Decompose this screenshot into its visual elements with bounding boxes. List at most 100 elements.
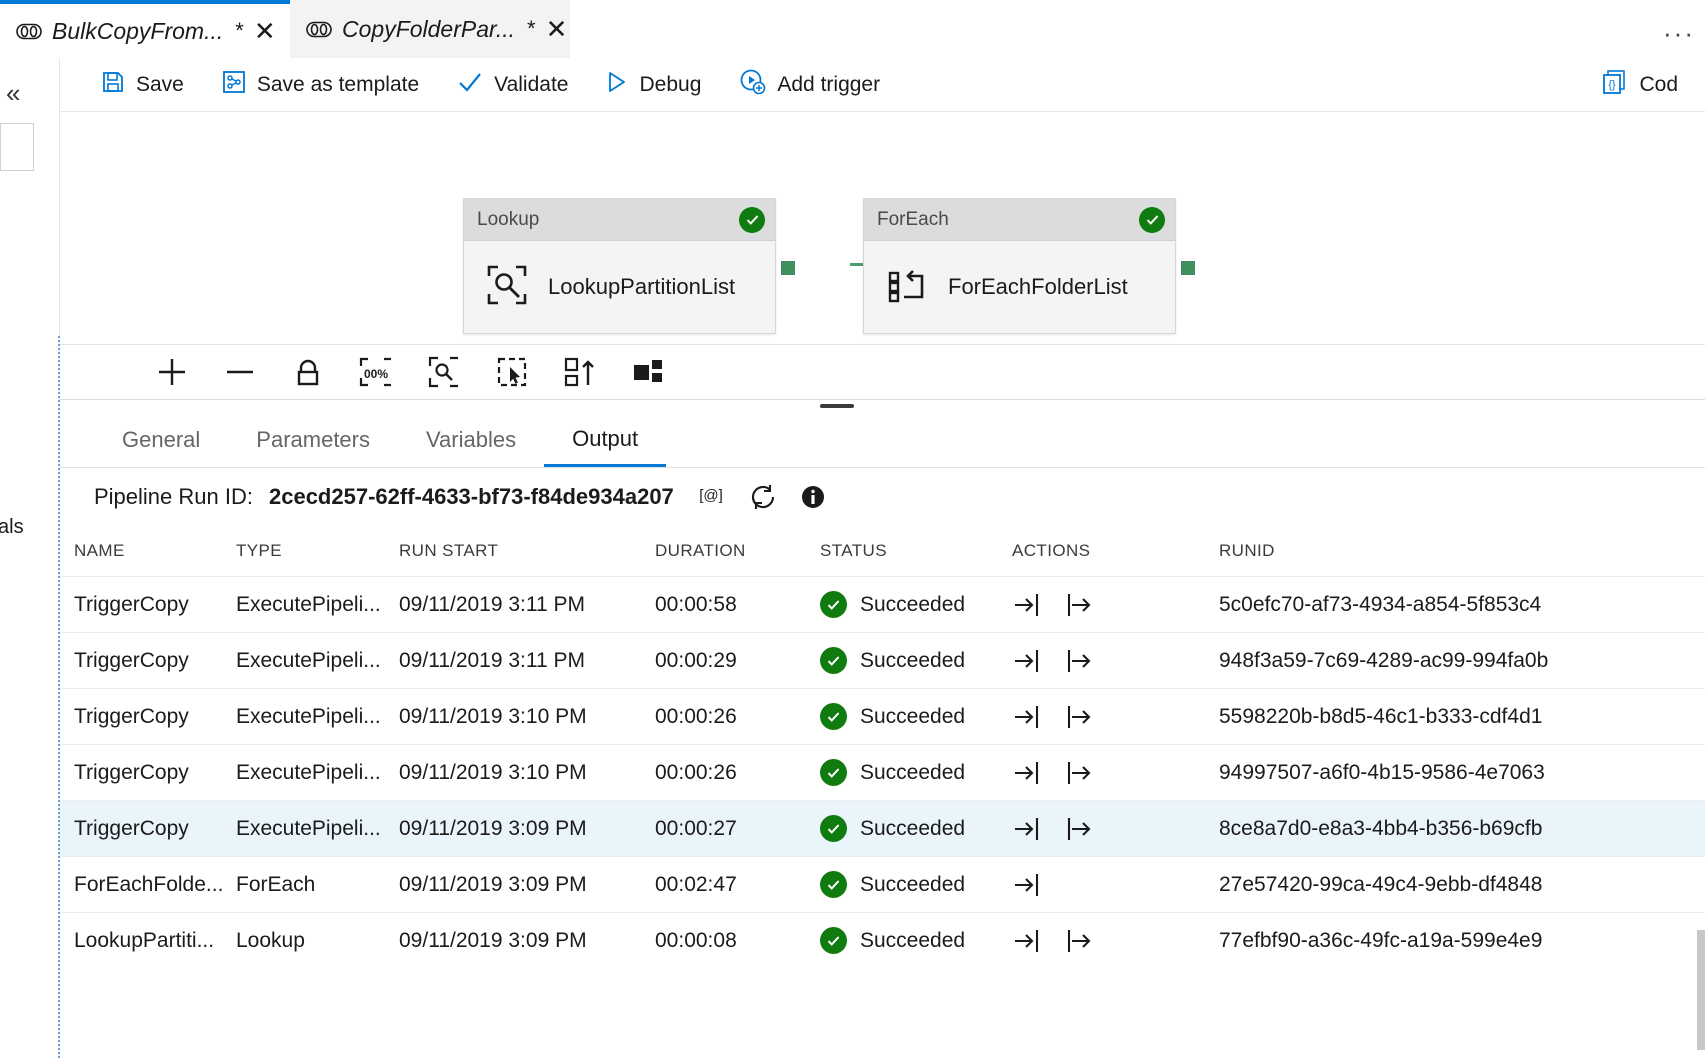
editor-tab-copyfolderpar[interactable]: CopyFolderPar... * ✕ bbox=[290, 0, 570, 58]
cell-duration: 00:00:08 bbox=[655, 929, 820, 953]
marquee-select-icon[interactable] bbox=[478, 345, 546, 400]
column-header-name: NAME bbox=[74, 541, 236, 561]
output-icon[interactable] bbox=[1064, 926, 1094, 956]
input-icon[interactable] bbox=[1012, 870, 1042, 900]
input-icon[interactable] bbox=[1012, 814, 1042, 844]
add-trigger-label: Add trigger bbox=[777, 73, 880, 97]
column-header-duration: DURATION bbox=[655, 541, 820, 561]
output-icon[interactable] bbox=[1064, 702, 1094, 732]
cell-duration: 00:00:27 bbox=[655, 817, 820, 841]
show-related-icon[interactable] bbox=[614, 345, 682, 400]
debug-button[interactable]: Debug bbox=[587, 58, 720, 112]
pipeline-command-bar: Save Save as template Validate bbox=[60, 58, 1705, 112]
column-header-runid: RUNID bbox=[1219, 541, 1639, 561]
pipeline-icon bbox=[16, 23, 42, 40]
status-success-icon bbox=[820, 927, 847, 954]
status-success-icon bbox=[820, 871, 847, 898]
table-row[interactable]: LookupPartiti...Lookup09/11/2019 3:09 PM… bbox=[60, 912, 1705, 968]
cell-runid: 8ce8a7d0-e8a3-4bb4-b356-b69cfb bbox=[1219, 817, 1639, 841]
status-label: Succeeded bbox=[860, 873, 965, 897]
add-trigger-button[interactable]: Add trigger bbox=[720, 58, 899, 112]
tab-general[interactable]: General bbox=[94, 413, 228, 467]
status-success-icon bbox=[739, 207, 765, 233]
save-as-template-label: Save as template bbox=[257, 73, 419, 97]
cell-type: ExecutePipeli... bbox=[236, 761, 399, 785]
cell-run-start: 09/11/2019 3:09 PM bbox=[399, 929, 655, 953]
cell-type: ExecutePipeli... bbox=[236, 817, 399, 841]
activity-type-label: Lookup bbox=[477, 209, 539, 231]
pipeline-canvas[interactable]: Lookup LookupPartitionList bbox=[60, 112, 1705, 344]
zoom-to-fit-icon[interactable] bbox=[410, 345, 478, 400]
editor-tab-label: BulkCopyFrom... bbox=[52, 18, 223, 45]
activity-node-foreach[interactable]: ForEach ForEachFolderList bbox=[863, 198, 1176, 334]
cell-type: ExecutePipeli... bbox=[236, 649, 399, 673]
close-icon[interactable]: ✕ bbox=[546, 16, 568, 42]
cell-status: Succeeded bbox=[820, 871, 1012, 898]
editor-tab-bulkcopyfrom[interactable]: BulkCopyFrom... * ✕ bbox=[0, 0, 290, 58]
zoom-100-icon[interactable]: 00% bbox=[342, 345, 410, 400]
node-output-port[interactable] bbox=[781, 261, 795, 275]
input-icon[interactable] bbox=[1012, 702, 1042, 732]
code-button[interactable]: {} Cod bbox=[1583, 58, 1697, 112]
input-icon[interactable] bbox=[1012, 646, 1042, 676]
pipeline-icon bbox=[306, 21, 332, 38]
panel-vertical-scrollbar[interactable] bbox=[1697, 930, 1705, 1050]
output-icon[interactable] bbox=[1064, 646, 1094, 676]
save-button[interactable]: Save bbox=[82, 58, 203, 112]
input-icon[interactable] bbox=[1012, 758, 1042, 788]
cell-actions bbox=[1012, 870, 1219, 900]
zoom-out-icon[interactable] bbox=[206, 345, 274, 400]
cell-actions bbox=[1012, 646, 1219, 676]
activity-node-body: ForEachFolderList bbox=[864, 241, 1175, 333]
save-as-template-button[interactable]: Save as template bbox=[203, 58, 438, 112]
activity-node-lookup[interactable]: Lookup LookupPartitionList bbox=[463, 198, 776, 334]
cell-duration: 00:00:26 bbox=[655, 761, 820, 785]
close-icon[interactable]: ✕ bbox=[254, 18, 276, 44]
column-header-status: STATUS bbox=[820, 541, 1012, 561]
activity-name-label: LookupPartitionList bbox=[548, 274, 735, 300]
output-icon[interactable] bbox=[1064, 814, 1094, 844]
status-success-icon bbox=[820, 815, 847, 842]
tab-output[interactable]: Output bbox=[544, 413, 666, 467]
cell-type: ExecutePipeli... bbox=[236, 705, 399, 729]
node-output-port[interactable] bbox=[1181, 261, 1195, 275]
refresh-icon[interactable] bbox=[748, 482, 778, 512]
cell-duration: 00:00:26 bbox=[655, 705, 820, 729]
cell-run-start: 09/11/2019 3:11 PM bbox=[399, 593, 655, 617]
status-label: Succeeded bbox=[860, 761, 965, 785]
rail-truncated-label: als bbox=[0, 516, 24, 539]
table-row[interactable]: TriggerCopyExecutePipeli...09/11/2019 3:… bbox=[60, 688, 1705, 744]
play-icon bbox=[606, 70, 628, 100]
tab-variables[interactable]: Variables bbox=[398, 413, 544, 467]
table-row[interactable]: TriggerCopyExecutePipeli...09/11/2019 3:… bbox=[60, 576, 1705, 632]
pipeline-run-id-label: Pipeline Run ID: bbox=[94, 484, 253, 510]
tab-overflow-menu-icon[interactable]: ··· bbox=[1663, 18, 1695, 49]
table-row[interactable]: TriggerCopyExecutePipeli...09/11/2019 3:… bbox=[60, 632, 1705, 688]
input-icon[interactable] bbox=[1012, 926, 1042, 956]
table-row[interactable]: TriggerCopyExecutePipeli...09/11/2019 3:… bbox=[60, 800, 1705, 856]
validate-button[interactable]: Validate bbox=[438, 58, 587, 112]
cell-runid: 94997507-a6f0-4b15-9586-4e7063 bbox=[1219, 761, 1639, 785]
expression-at-icon[interactable]: [@] bbox=[696, 484, 726, 510]
pipeline-run-id-value: 2cecd257-62ff-4633-bf73-f84de934a207 bbox=[269, 484, 674, 510]
panel-resize-grip[interactable] bbox=[820, 404, 854, 408]
activity-type-label: ForEach bbox=[877, 209, 949, 231]
cell-run-start: 09/11/2019 3:09 PM bbox=[399, 873, 655, 897]
status-success-icon bbox=[820, 703, 847, 730]
input-icon[interactable] bbox=[1012, 590, 1042, 620]
cell-actions bbox=[1012, 926, 1219, 956]
auto-align-icon[interactable] bbox=[546, 345, 614, 400]
table-row[interactable]: TriggerCopyExecutePipeli...09/11/2019 3:… bbox=[60, 744, 1705, 800]
column-header-actions: ACTIONS bbox=[1012, 541, 1219, 561]
zoom-in-icon[interactable] bbox=[138, 345, 206, 400]
status-label: Succeeded bbox=[860, 593, 965, 617]
status-success-icon bbox=[820, 647, 847, 674]
collapse-panel-icon[interactable]: « bbox=[6, 78, 20, 109]
info-icon[interactable] bbox=[800, 484, 826, 510]
table-row[interactable]: ForEachFolde...ForEach09/11/2019 3:09 PM… bbox=[60, 856, 1705, 912]
lock-icon[interactable] bbox=[274, 345, 342, 400]
cell-type: Lookup bbox=[236, 929, 399, 953]
tab-parameters[interactable]: Parameters bbox=[228, 413, 398, 467]
output-icon[interactable] bbox=[1064, 590, 1094, 620]
output-icon[interactable] bbox=[1064, 758, 1094, 788]
